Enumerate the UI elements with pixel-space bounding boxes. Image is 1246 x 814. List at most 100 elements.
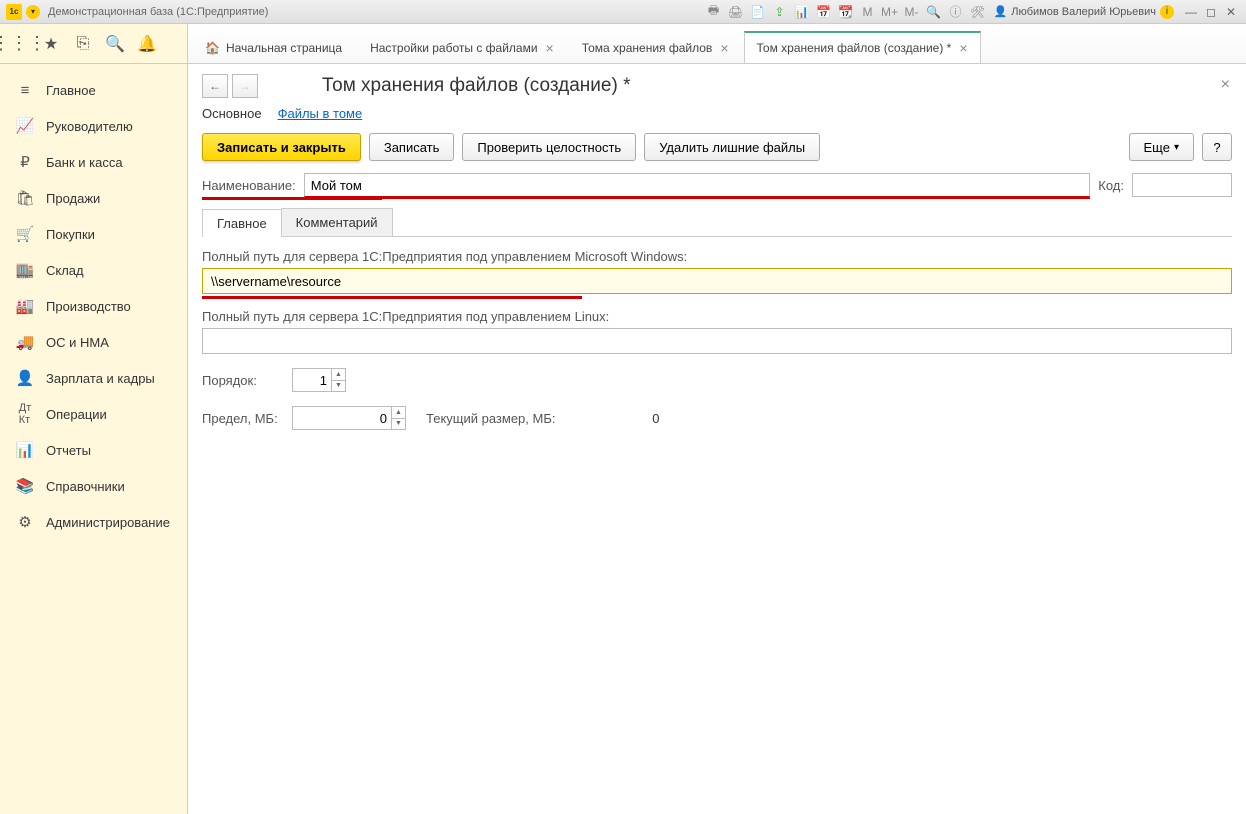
subtab-main[interactable]: Основное: [202, 106, 262, 121]
calendar-icon[interactable]: 📅: [816, 4, 832, 20]
info-icon[interactable]: ⓘ: [948, 4, 964, 20]
subtab-files[interactable]: Файлы в томе: [278, 106, 363, 121]
path-linux-label: Полный путь для сервера 1С:Предприятия п…: [202, 309, 1232, 324]
sidebar-item-warehouse[interactable]: 🏬Склад: [0, 252, 187, 288]
check-integrity-button[interactable]: Проверить целостность: [462, 133, 636, 161]
factory-icon: 🏭: [16, 297, 34, 315]
star-icon[interactable]: ★: [42, 35, 60, 53]
sidebar-item-sales[interactable]: 🛍Продажи: [0, 180, 187, 216]
sidebar-item-label: Банк и касса: [46, 155, 123, 170]
order-label: Порядок:: [202, 373, 282, 388]
print-icon[interactable]: 🖨: [728, 4, 744, 20]
toolbar-column: ⋮⋮⋮ ★ ⎘ 🔍 🔔: [0, 24, 188, 63]
app-menu-dropdown[interactable]: ▾: [26, 5, 40, 19]
sidebar-item-bank[interactable]: ₽ Банк и касса: [0, 144, 187, 180]
sidebar-item-label: Администрирование: [46, 515, 170, 530]
help-button[interactable]: ?: [1202, 133, 1232, 161]
m-plus[interactable]: M+: [882, 4, 898, 20]
app-icon: 1c: [6, 4, 22, 20]
sidebar-item-label: Производство: [46, 299, 131, 314]
search-icon[interactable]: 🔍: [106, 35, 124, 53]
sidebar-item-admin[interactable]: ⚙Администрирование: [0, 504, 187, 540]
minimize-button[interactable]: —: [1182, 4, 1200, 20]
spin-up-icon[interactable]: ▲: [332, 369, 345, 381]
date-icon[interactable]: 📆: [838, 4, 854, 20]
link-icon[interactable]: ⎘: [74, 35, 92, 53]
ruble-icon: ₽: [16, 153, 34, 171]
sidebar-item-purchases[interactable]: 🛒Покупки: [0, 216, 187, 252]
title-bar: 1c ▾ Демонстрационная база (1С:Предприят…: [0, 0, 1246, 24]
tab-bar: 🏠 Начальная страница Настройки работы с …: [188, 24, 1246, 63]
tab-label: Том хранения файлов (создание) *: [757, 41, 952, 55]
warehouse-icon: 🏬: [16, 261, 34, 279]
inner-tab-main[interactable]: Главное: [202, 209, 282, 237]
maximize-button[interactable]: ◻: [1202, 4, 1220, 20]
tab-close-icon[interactable]: ×: [720, 40, 728, 56]
limit-input[interactable]: [292, 406, 392, 430]
spin-down-icon[interactable]: ▼: [332, 381, 345, 392]
forward-button[interactable]: →: [232, 74, 258, 98]
validation-underline: [202, 296, 582, 299]
name-input[interactable]: [304, 173, 1091, 197]
bell-icon[interactable]: 🔔: [138, 35, 156, 53]
sidebar: ≡Главное 📈Руководителю ₽ Банк и касса 🛍Пр…: [0, 64, 188, 814]
code-input[interactable]: [1132, 173, 1232, 197]
m-memory[interactable]: M: [860, 4, 876, 20]
code-label: Код:: [1098, 178, 1124, 193]
report-icon: 📊: [16, 441, 34, 459]
tools-icon[interactable]: 🛠: [970, 4, 986, 20]
close-icon[interactable]: ×: [1221, 76, 1230, 94]
calc-icon[interactable]: 📊: [794, 4, 810, 20]
books-icon: 📚: [16, 477, 34, 495]
content-area: × ← → Том хранения файлов (создание) * О…: [188, 64, 1246, 814]
order-spinner[interactable]: ▲▼: [332, 368, 346, 392]
path-win-input[interactable]: [202, 268, 1232, 294]
sidebar-item-operations[interactable]: ДтКтОперации: [0, 396, 187, 432]
tab-close-icon[interactable]: ×: [546, 40, 554, 56]
tab-close-icon[interactable]: ×: [959, 40, 967, 56]
doc-icon[interactable]: 📄: [750, 4, 766, 20]
order-input[interactable]: [292, 368, 332, 392]
limit-spinner[interactable]: ▲▼: [392, 406, 406, 430]
save-close-button[interactable]: Записать и закрыть: [202, 133, 361, 161]
name-label: Наименование:: [202, 178, 296, 193]
user-info-icon[interactable]: i: [1160, 5, 1174, 19]
tab-label: Начальная страница: [226, 41, 342, 55]
titlebar-tools: 🖶 🖨 📄 ⇪ 📊 📅 📆 M M+ M- 🔍 ⓘ 🛠: [706, 4, 986, 20]
apps-icon[interactable]: ⋮⋮⋮: [10, 35, 28, 53]
tab-storage-volumes[interactable]: Тома хранения файлов ×: [569, 31, 742, 63]
sidebar-item-label: Зарплата и кадры: [46, 371, 155, 386]
sidebar-item-manager[interactable]: 📈Руководителю: [0, 108, 187, 144]
sidebar-item-label: Отчеты: [46, 443, 91, 458]
sidebar-item-hr[interactable]: 👤Зарплата и кадры: [0, 360, 187, 396]
sidebar-item-label: ОС и НМА: [46, 335, 109, 350]
m-minus[interactable]: M-: [904, 4, 920, 20]
ops-icon: ДтКт: [16, 405, 34, 423]
sidebar-item-production[interactable]: 🏭 Производство: [0, 288, 187, 324]
tab-volume-create[interactable]: Том хранения файлов (создание) * ×: [744, 31, 981, 63]
more-button[interactable]: Еще ▾: [1129, 133, 1194, 161]
tab-file-settings[interactable]: Настройки работы с файлами ×: [357, 31, 567, 63]
tool-icon[interactable]: 🖶: [706, 4, 722, 20]
user-icon: 👤: [994, 5, 1008, 18]
cart-icon: 🛒: [16, 225, 34, 243]
delete-extra-button[interactable]: Удалить лишние файлы: [644, 133, 820, 161]
close-button[interactable]: ✕: [1222, 4, 1240, 20]
spin-up-icon[interactable]: ▲: [392, 407, 405, 419]
search-icon[interactable]: 🔍: [926, 4, 942, 20]
spin-down-icon[interactable]: ▼: [392, 419, 405, 430]
sidebar-item-main[interactable]: ≡Главное: [0, 72, 187, 108]
save-button[interactable]: Записать: [369, 133, 455, 161]
share-icon[interactable]: ⇪: [772, 4, 788, 20]
back-button[interactable]: ←: [202, 74, 228, 98]
tab-home[interactable]: 🏠 Начальная страница: [192, 31, 355, 63]
limit-label: Предел, МБ:: [202, 411, 282, 426]
sidebar-item-reports[interactable]: 📊 Отчеты: [0, 432, 187, 468]
current-size-value: 0: [565, 411, 665, 426]
sidebar-item-catalogs[interactable]: 📚Справочники: [0, 468, 187, 504]
path-linux-input[interactable]: [202, 328, 1232, 354]
inner-tab-comment[interactable]: Комментарий: [281, 208, 393, 236]
user-badge[interactable]: 👤 Любимов Валерий Юрьевич i: [994, 5, 1174, 19]
sidebar-item-assets[interactable]: 🚚ОС и НМА: [0, 324, 187, 360]
home-icon: 🏠: [205, 41, 220, 55]
